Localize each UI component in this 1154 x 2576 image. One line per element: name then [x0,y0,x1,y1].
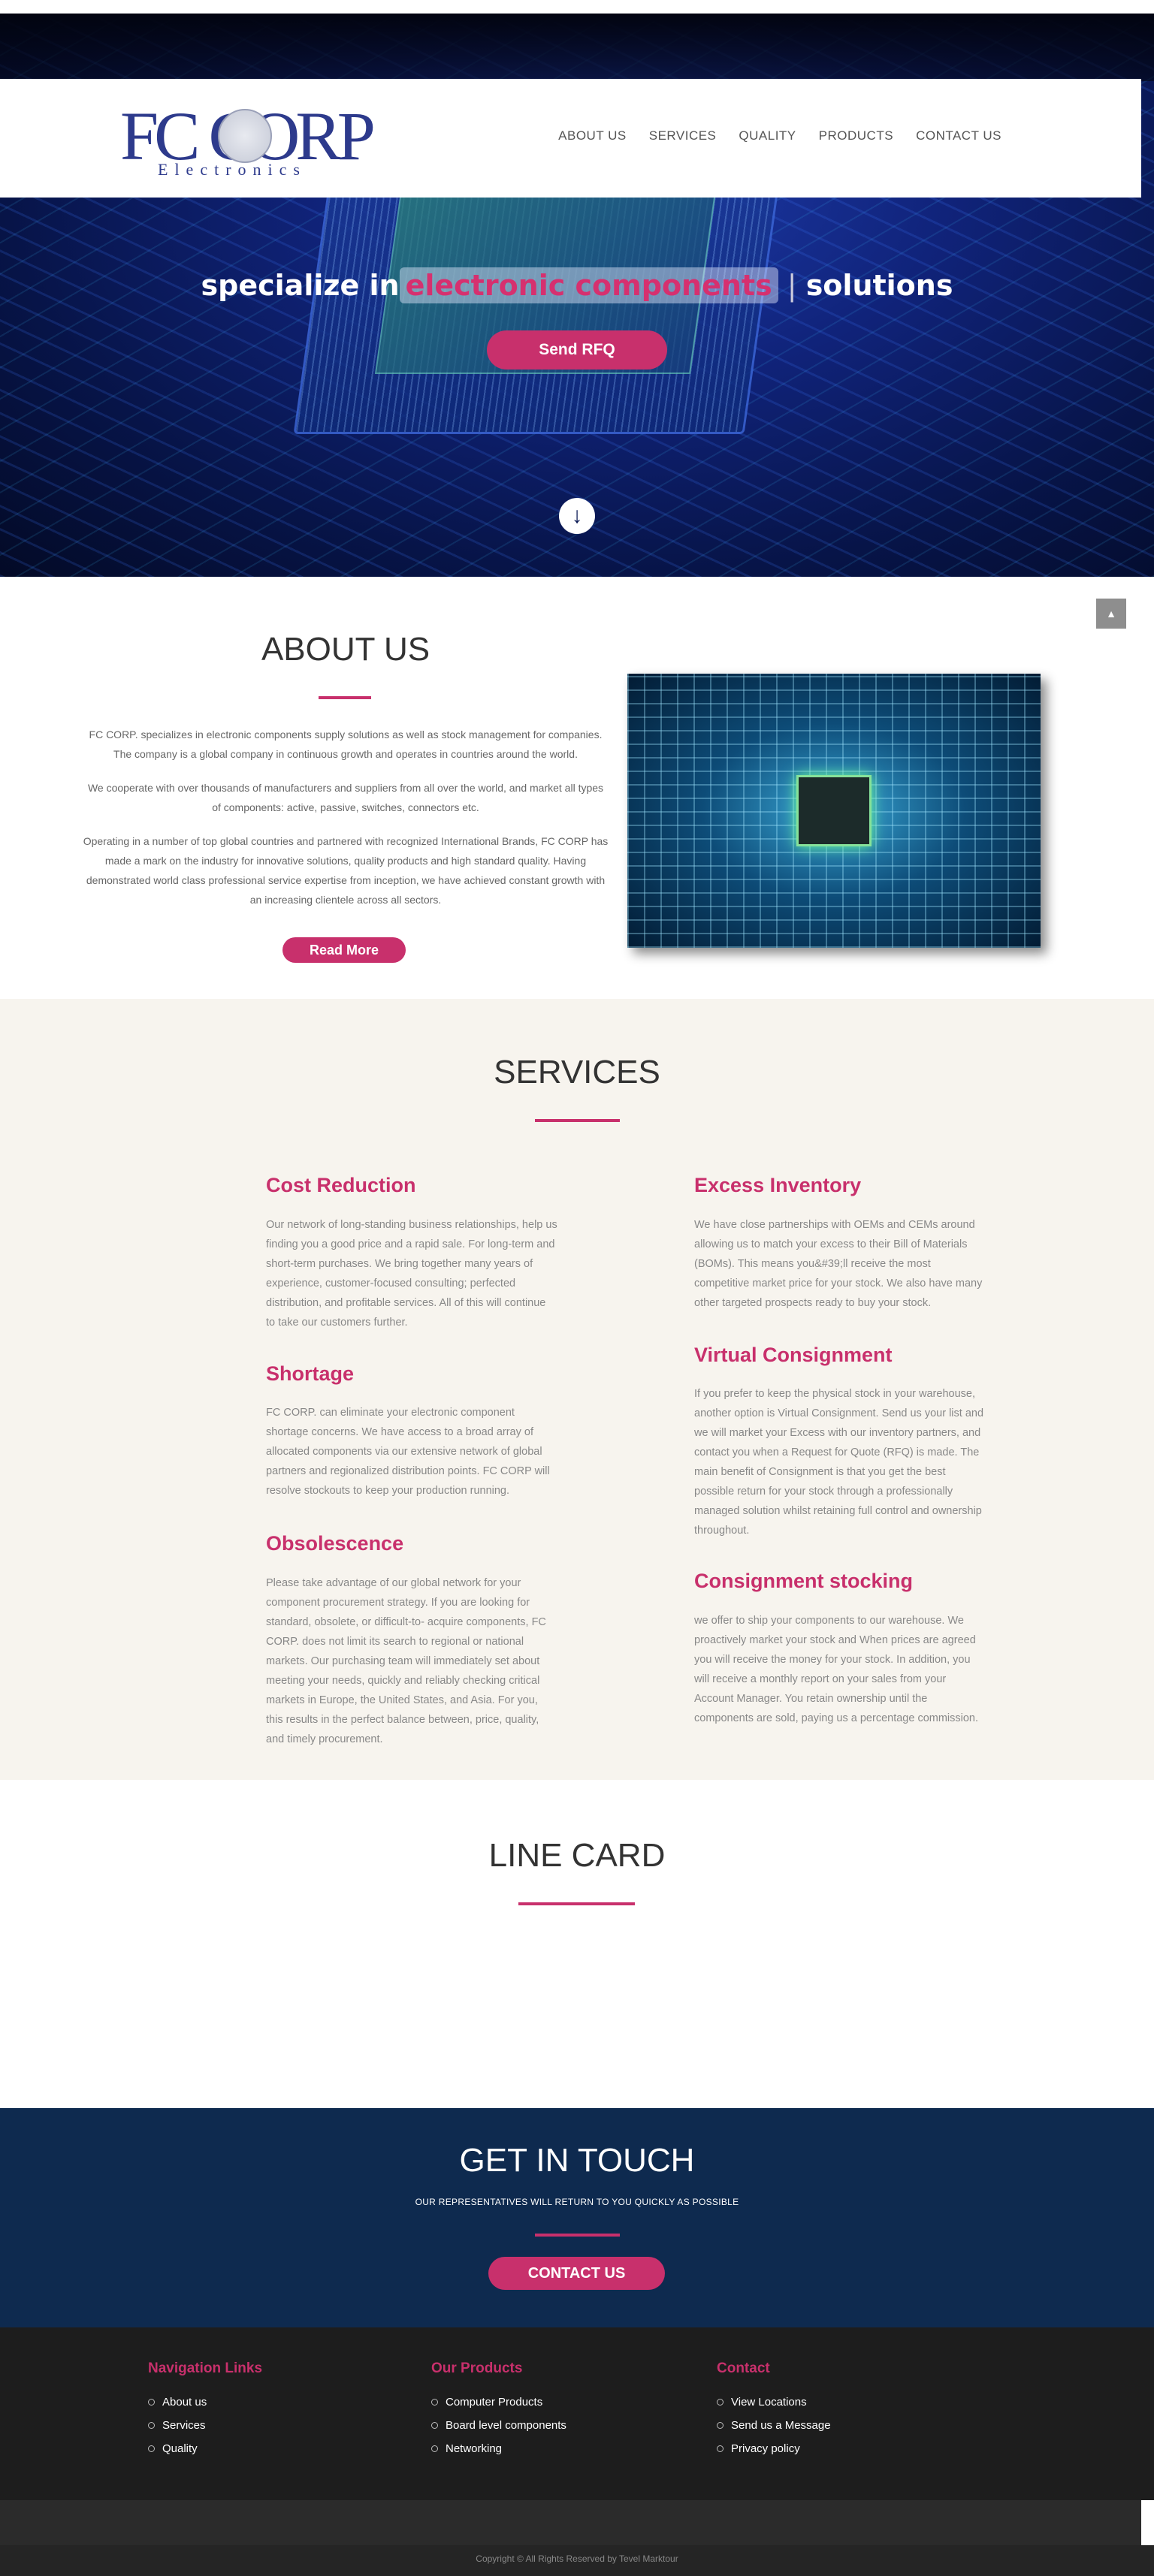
nav-services[interactable]: SERVICES [649,128,717,143]
nav-quality[interactable]: QUALITY [739,128,796,143]
read-more-button[interactable]: Read More [282,937,406,963]
site-header: FC CORP Electronics ABOUT US SERVICES QU… [0,79,1141,198]
footer-link-computer-products[interactable]: Computer Products [431,2390,566,2414]
footer-link-quality[interactable]: Quality [148,2437,262,2460]
circuit-board-image [627,674,1041,948]
hero-dark-top [0,14,1154,81]
service-title-virtual-consignment: Virtual Consignment [694,1344,893,1366]
footer-link-networking[interactable]: Networking [431,2437,566,2460]
contact-us-button[interactable]: CONTACT US [488,2257,665,2290]
circle-bullet-icon [717,2445,724,2452]
service-text-excess-inventory: We have close partnerships with OEMs and… [694,1219,983,1309]
footer-contact: Contact View Locations Send us a Message… [717,2360,831,2460]
footer-heading-contact: Contact [717,2360,770,2376]
footer-link-label: Send us a Message [731,2419,831,2432]
about-paragraph-3: Operating in a number of top global coun… [83,835,609,906]
footer-heading-nav: Navigation Links [148,2360,263,2376]
about-paragraph-2: We cooperate with over thousands of manu… [87,782,604,813]
nav-about-us[interactable]: ABOUT US [558,128,627,143]
top-strip [0,0,1154,14]
main-nav: ABOUT US SERVICES QUALITY PRODUCTS CONTA… [558,128,1001,143]
footer-link-label: Networking [446,2442,503,2455]
circle-bullet-icon [431,2399,438,2406]
nav-contact-us[interactable]: CONTACT US [916,128,1001,143]
send-rfq-button[interactable]: Send RFQ [487,330,667,370]
service-title-obsolescence: Obsolescence [266,1532,404,1555]
company-logo[interactable]: FC CORP Electronics [120,101,376,179]
footer-link-label: Computer Products [446,2396,543,2409]
footer-link-about-us[interactable]: About us [148,2390,262,2414]
services-divider [535,1119,620,1122]
logo-subtitle: Electronics [158,160,307,179]
circle-bullet-icon [148,2422,155,2429]
footer-link-label: View Locations [731,2396,807,2409]
logo-seal-icon [218,109,272,163]
footer-link-label: Board level components [446,2419,566,2432]
service-title-consignment-stocking: Consignment stocking [694,1570,914,1592]
line-card-divider [518,1902,635,1905]
about-divider [319,696,371,699]
footer-link-board-level[interactable]: Board level components [431,2414,566,2437]
get-in-touch-title: GET IN TOUCH [459,2142,695,2179]
copyright-text: Copyright © All Rights Reserved by Tevel… [476,2553,678,2564]
line-card-title: LINE CARD [488,1837,666,1874]
hero-title-pre: specialize in [201,269,400,302]
about-title: ABOUT US [261,631,430,668]
hero-title-highlight: electronic components [399,267,778,303]
processor-chip-graphic [796,775,872,846]
nav-products[interactable]: PRODUCTS [819,128,893,143]
service-title-cost-reduction: Cost Reduction [266,1174,416,1196]
copyright-bar [0,2500,1141,2545]
footer-link-label: Privacy policy [731,2442,800,2455]
about-paragraph-1: FC CORP. specializes in electronic compo… [89,728,603,760]
service-title-excess-inventory: Excess Inventory [694,1174,862,1196]
services-title: SERVICES [494,1054,660,1090]
text-cursor: | [778,269,806,302]
hero-title-post: solutions [805,269,953,302]
footer-link-label: About us [162,2396,207,2409]
footer-link-label: Services [162,2419,206,2432]
circle-bullet-icon [717,2399,724,2406]
service-text-cost-reduction: Our network of long-standing business re… [266,1219,557,1329]
service-text-virtual-consignment: If you prefer to keep the physical stock… [694,1388,984,1537]
service-text-consignment-stocking: we offer to ship your components to our … [694,1615,979,1724]
get-in-touch-section [0,2108,1154,2327]
service-text-shortage: FC CORP. can eliminate your electronic c… [266,1407,550,1497]
footer-link-label: Quality [162,2442,198,2455]
footer-products: Our Products Computer Products Board lev… [431,2360,566,2460]
arrow-down-icon[interactable]: ↓ [559,498,595,534]
footer-link-send-message[interactable]: Send us a Message [717,2414,831,2437]
circle-bullet-icon [431,2422,438,2429]
footer-link-view-locations[interactable]: View Locations [717,2390,831,2414]
footer-nav-links: Navigation Links About us Services Quali… [148,2360,262,2460]
get-in-touch-divider [535,2234,620,2237]
service-title-shortage: Shortage [266,1362,355,1385]
footer-link-privacy-policy[interactable]: Privacy policy [717,2437,831,2460]
footer-link-services[interactable]: Services [148,2414,262,2437]
circle-bullet-icon [717,2422,724,2429]
circle-bullet-icon [148,2399,155,2406]
circle-bullet-icon [431,2445,438,2452]
chevron-up-icon[interactable]: ▲ [1096,599,1126,629]
hero-title: specialize in electronic components | sol… [0,267,1154,303]
footer-heading-products: Our Products [431,2360,523,2376]
circle-bullet-icon [148,2445,155,2452]
service-text-obsolescence: Please take advantage of our global netw… [266,1577,546,1745]
get-in-touch-subtitle: OUR REPRESENTATIVES WILL RETURN TO YOU Q… [415,2197,739,2207]
